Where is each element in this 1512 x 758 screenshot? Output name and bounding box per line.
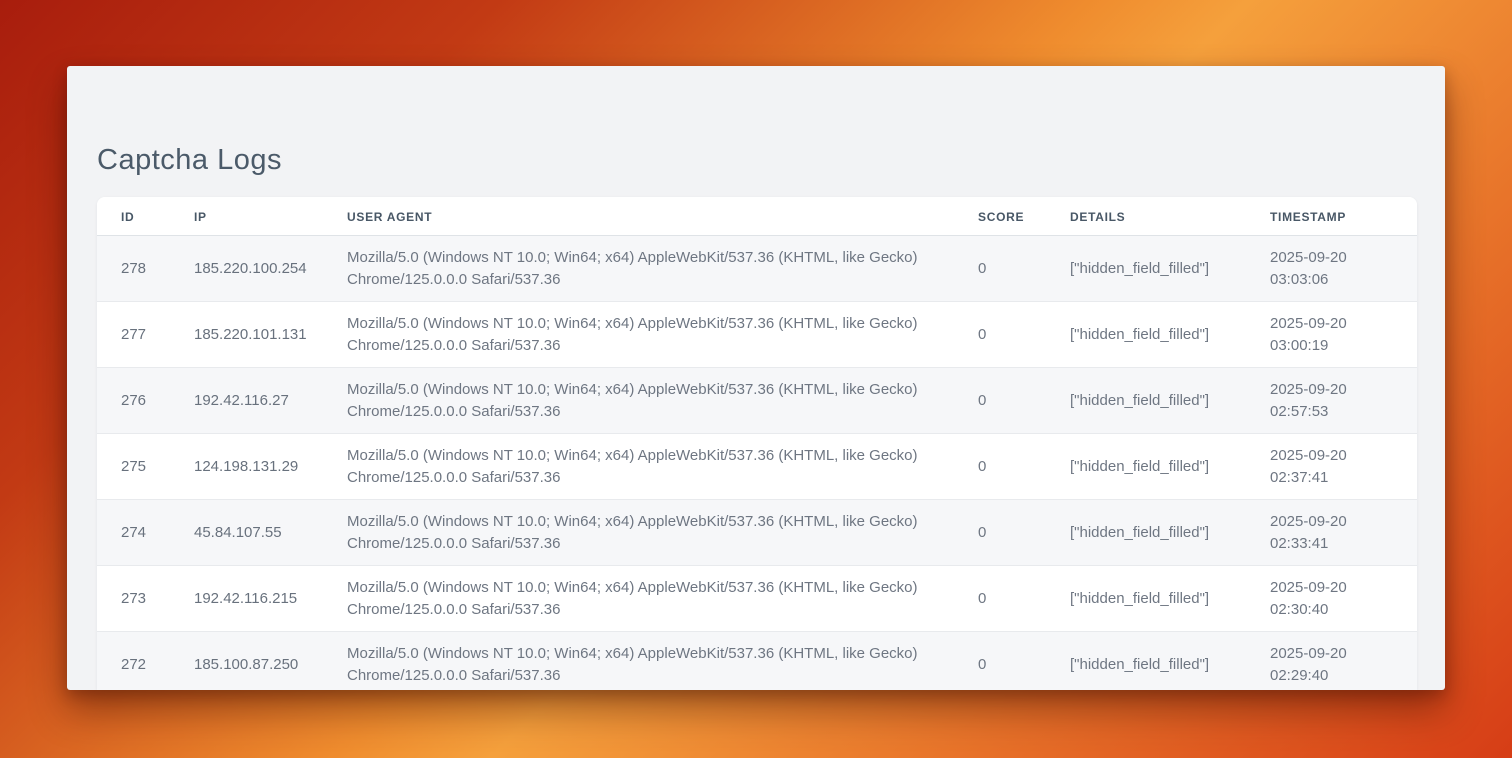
- table-header-row: ID IP USER AGENT SCORE DETAILS TIMESTAMP: [97, 197, 1417, 236]
- cell-score: 0: [954, 434, 1046, 500]
- cell-timestamp: 2025-09-20 02:37:41: [1246, 434, 1417, 500]
- cell-score: 0: [954, 368, 1046, 434]
- column-header-ip: IP: [170, 197, 323, 236]
- cell-user-agent: Mozilla/5.0 (Windows NT 10.0; Win64; x64…: [323, 434, 954, 500]
- table-row: 276 192.42.116.27 Mozilla/5.0 (Windows N…: [97, 368, 1417, 434]
- logs-table: ID IP USER AGENT SCORE DETAILS TIMESTAMP…: [97, 197, 1417, 690]
- cell-timestamp: 2025-09-20 03:00:19: [1246, 302, 1417, 368]
- cell-details: ["hidden_field_filled"]: [1046, 302, 1246, 368]
- cell-timestamp: 2025-09-20 02:29:40: [1246, 632, 1417, 691]
- cell-details: ["hidden_field_filled"]: [1046, 566, 1246, 632]
- captcha-logs-card: Captcha Logs ID IP USER AGENT SCORE DETA…: [67, 66, 1445, 690]
- table-row: 278 185.220.100.254 Mozilla/5.0 (Windows…: [97, 236, 1417, 302]
- cell-id: 278: [97, 236, 170, 302]
- column-header-user-agent: USER AGENT: [323, 197, 954, 236]
- table-body: 278 185.220.100.254 Mozilla/5.0 (Windows…: [97, 236, 1417, 691]
- table-row: 277 185.220.101.131 Mozilla/5.0 (Windows…: [97, 302, 1417, 368]
- cell-ip: 185.220.101.131: [170, 302, 323, 368]
- cell-user-agent: Mozilla/5.0 (Windows NT 10.0; Win64; x64…: [323, 236, 954, 302]
- cell-ip: 192.42.116.27: [170, 368, 323, 434]
- cell-timestamp: 2025-09-20 03:03:06: [1246, 236, 1417, 302]
- column-header-score: SCORE: [954, 197, 1046, 236]
- table-row: 275 124.198.131.29 Mozilla/5.0 (Windows …: [97, 434, 1417, 500]
- cell-ip: 45.84.107.55: [170, 500, 323, 566]
- cell-details: ["hidden_field_filled"]: [1046, 368, 1246, 434]
- cell-timestamp: 2025-09-20 02:57:53: [1246, 368, 1417, 434]
- cell-id: 276: [97, 368, 170, 434]
- cell-score: 0: [954, 236, 1046, 302]
- table-row: 273 192.42.116.215 Mozilla/5.0 (Windows …: [97, 566, 1417, 632]
- cell-ip: 185.100.87.250: [170, 632, 323, 691]
- page-title: Captcha Logs: [97, 146, 282, 175]
- column-header-timestamp: TIMESTAMP: [1246, 197, 1417, 236]
- cell-id: 275: [97, 434, 170, 500]
- column-header-details: DETAILS: [1046, 197, 1246, 236]
- cell-score: 0: [954, 632, 1046, 691]
- cell-ip: 185.220.100.254: [170, 236, 323, 302]
- cell-user-agent: Mozilla/5.0 (Windows NT 10.0; Win64; x64…: [323, 302, 954, 368]
- cell-details: ["hidden_field_filled"]: [1046, 500, 1246, 566]
- cell-ip: 124.198.131.29: [170, 434, 323, 500]
- cell-details: ["hidden_field_filled"]: [1046, 236, 1246, 302]
- cell-id: 273: [97, 566, 170, 632]
- logs-table-container: ID IP USER AGENT SCORE DETAILS TIMESTAMP…: [97, 197, 1417, 690]
- cell-timestamp: 2025-09-20 02:30:40: [1246, 566, 1417, 632]
- cell-details: ["hidden_field_filled"]: [1046, 434, 1246, 500]
- cell-user-agent: Mozilla/5.0 (Windows NT 10.0; Win64; x64…: [323, 500, 954, 566]
- cell-id: 277: [97, 302, 170, 368]
- cell-score: 0: [954, 566, 1046, 632]
- cell-score: 0: [954, 302, 1046, 368]
- cell-score: 0: [954, 500, 1046, 566]
- cell-user-agent: Mozilla/5.0 (Windows NT 10.0; Win64; x64…: [323, 566, 954, 632]
- table-row: 274 45.84.107.55 Mozilla/5.0 (Windows NT…: [97, 500, 1417, 566]
- cell-details: ["hidden_field_filled"]: [1046, 632, 1246, 691]
- cell-user-agent: Mozilla/5.0 (Windows NT 10.0; Win64; x64…: [323, 632, 954, 691]
- cell-id: 272: [97, 632, 170, 691]
- cell-user-agent: Mozilla/5.0 (Windows NT 10.0; Win64; x64…: [323, 368, 954, 434]
- cell-ip: 192.42.116.215: [170, 566, 323, 632]
- column-header-id: ID: [97, 197, 170, 236]
- table-row: 272 185.100.87.250 Mozilla/5.0 (Windows …: [97, 632, 1417, 691]
- cell-timestamp: 2025-09-20 02:33:41: [1246, 500, 1417, 566]
- cell-id: 274: [97, 500, 170, 566]
